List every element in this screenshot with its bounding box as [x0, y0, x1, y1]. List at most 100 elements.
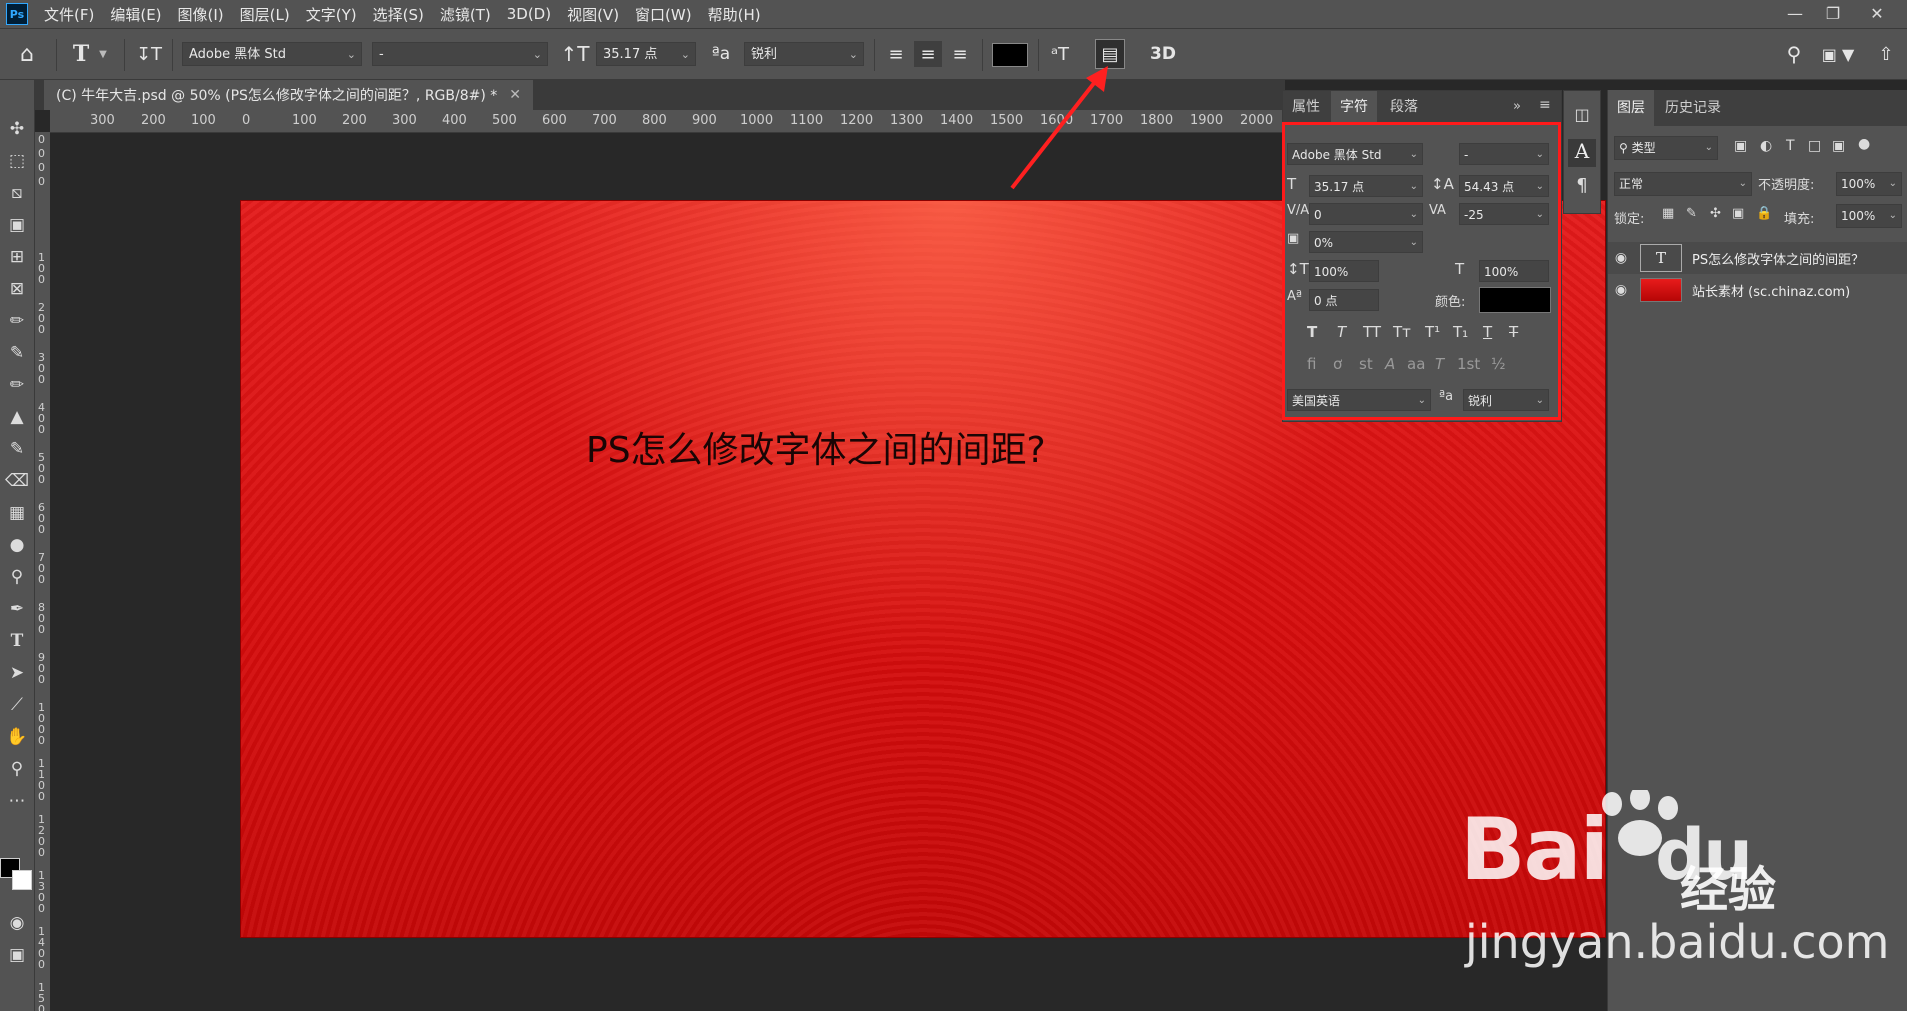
- visibility-eye-icon[interactable]: ◉: [1608, 250, 1634, 266]
- menu-image[interactable]: 图像(I): [170, 4, 232, 25]
- healing-brush-tool-icon[interactable]: ✎: [4, 340, 30, 366]
- restore-icon[interactable]: ❐: [1818, 2, 1848, 24]
- tab-paragraph[interactable]: 段落: [1381, 91, 1427, 123]
- fill-value: 100%: [1841, 209, 1876, 223]
- menu-view[interactable]: 视图(V): [559, 4, 627, 25]
- menu-file[interactable]: 文件(F): [36, 4, 102, 25]
- layer-name[interactable]: PS怎么修改字体之间的间距？: [1692, 249, 1864, 268]
- move-tool-icon[interactable]: ✣: [4, 116, 30, 142]
- lock-label: 锁定:: [1614, 212, 1645, 227]
- chevron-down-icon[interactable]: ▼: [96, 43, 110, 65]
- line-tool-icon[interactable]: ⟋: [4, 692, 30, 718]
- font-style-select[interactable]: - ⌄: [372, 42, 548, 66]
- layer-filter-select[interactable]: ⚲ 类型 ⌄: [1614, 136, 1718, 160]
- menu-select[interactable]: 选择(S): [365, 4, 432, 25]
- menu-type[interactable]: 文字(Y): [298, 4, 365, 25]
- layer-row[interactable]: ◉ 站长素材 (sc.chinaz.com): [1608, 274, 1907, 306]
- align-right-icon[interactable]: ≡: [946, 41, 974, 67]
- clone-stamp-tool-icon[interactable]: ▲: [4, 404, 30, 430]
- layer-name[interactable]: 站长素材 (sc.chinaz.com): [1692, 281, 1850, 300]
- filter-pixel-icon[interactable]: ▣: [1734, 138, 1747, 154]
- menu-filter[interactable]: 滤镜(T): [432, 4, 499, 25]
- menu-window[interactable]: 窗口(W): [627, 4, 700, 25]
- chevron-down-icon: ⌄: [680, 48, 690, 61]
- share-icon[interactable]: ⇧: [1872, 41, 1900, 67]
- ruler-tick: 2000: [1240, 113, 1274, 128]
- annotation-arrow: [1010, 66, 1108, 190]
- lock-transparent-icon[interactable]: ▦: [1662, 206, 1674, 221]
- align-center-icon[interactable]: ≡: [914, 41, 942, 67]
- frame-tool-icon[interactable]: ⊠: [4, 276, 30, 302]
- filter-type-icon[interactable]: T: [1786, 138, 1795, 154]
- chevron-down-icon: ⌄: [848, 48, 858, 61]
- lock-position-icon[interactable]: ✣: [1710, 206, 1721, 221]
- lock-artboard-icon[interactable]: ▣: [1732, 206, 1744, 221]
- character-icon[interactable]: A: [1568, 139, 1596, 167]
- filter-toggle-icon[interactable]: ●: [1858, 136, 1870, 152]
- type-tool-icon[interactable]: T: [4, 628, 30, 654]
- search-icon[interactable]: ⚲: [1780, 41, 1808, 67]
- layer-row[interactable]: ◉ T PS怎么修改字体之间的间距？: [1608, 242, 1907, 274]
- blur-tool-icon[interactable]: ●: [4, 532, 30, 558]
- tab-history[interactable]: 历史记录: [1656, 90, 1730, 126]
- history-brush-tool-icon[interactable]: ✎: [4, 436, 30, 462]
- object-select-tool-icon[interactable]: ▣: [4, 212, 30, 238]
- workspace-icon[interactable]: ▣ ▼: [1818, 41, 1858, 67]
- toggle-text-orientation-icon[interactable]: ↧T: [134, 41, 164, 67]
- tab-character[interactable]: 字符: [1331, 91, 1377, 123]
- horizontal-type-tool-icon[interactable]: T: [66, 41, 96, 67]
- ruler-tick: 6 0 0: [38, 501, 45, 536]
- font-family-select[interactable]: Adobe 黑体 Std ⌄: [182, 42, 362, 66]
- path-selection-tool-icon[interactable]: ➤: [4, 660, 30, 686]
- antialias-icon: ªa: [711, 44, 731, 64]
- align-left-icon[interactable]: ≡: [882, 41, 910, 67]
- hand-tool-icon[interactable]: ✋: [4, 724, 30, 750]
- font-size-select[interactable]: 35.17 点 ⌄: [596, 42, 696, 66]
- eraser-tool-icon[interactable]: ⌫: [4, 468, 30, 494]
- canvas-text-layer[interactable]: PS怎么修改字体之间的间距?: [586, 421, 1046, 473]
- ruler-tick: 200: [141, 113, 166, 128]
- dodge-tool-icon[interactable]: ⚲: [4, 564, 30, 590]
- antialias-select[interactable]: 锐利 ⌄: [744, 42, 864, 66]
- visibility-eye-icon[interactable]: ◉: [1608, 282, 1634, 298]
- lasso-tool-icon[interactable]: ⧅: [4, 180, 30, 206]
- panel-menu-icon[interactable]: ≡: [1539, 97, 1551, 113]
- lock-image-icon[interactable]: ✎: [1686, 206, 1697, 221]
- menu-3d[interactable]: 3D(D): [499, 5, 559, 23]
- eyedropper-tool-icon[interactable]: ✏: [4, 308, 30, 334]
- brush-tool-icon[interactable]: ✏: [4, 372, 30, 398]
- fill-input[interactable]: 100% ⌄: [1836, 204, 1902, 228]
- document-tab[interactable]: (C) 牛年大吉.psd @ 50% (PS怎么修改字体之间的间距？, RGB/…: [44, 80, 534, 110]
- ruler-tick: 0: [38, 133, 45, 146]
- more-tools-icon[interactable]: ⋯: [4, 788, 30, 814]
- opacity-input[interactable]: 100% ⌄: [1836, 172, 1902, 196]
- zoom-tool-icon[interactable]: ⚲: [4, 756, 30, 782]
- filter-smart-object-icon[interactable]: ▣: [1832, 138, 1845, 154]
- 3d-button[interactable]: 3D: [1146, 41, 1180, 67]
- pen-tool-icon[interactable]: ✒: [4, 596, 30, 622]
- tab-layers[interactable]: 图层: [1608, 90, 1654, 126]
- background-color-swatch[interactable]: [12, 870, 32, 890]
- gradient-tool-icon[interactable]: ▦: [4, 500, 30, 526]
- crop-tool-icon[interactable]: ⊞: [4, 244, 30, 270]
- minimize-icon[interactable]: —: [1780, 2, 1810, 24]
- menu-layer[interactable]: 图层(L): [232, 4, 298, 25]
- tab-properties[interactable]: 属性: [1283, 91, 1329, 123]
- close-icon[interactable]: ✕: [509, 87, 521, 103]
- lock-all-icon[interactable]: 🔒: [1756, 206, 1772, 221]
- ruler-tick: 1 5 0 0: [38, 981, 45, 1011]
- screen-mode-icon[interactable]: ▣: [4, 942, 30, 968]
- quick-mask-icon[interactable]: ◉: [4, 910, 30, 936]
- menu-edit[interactable]: 编辑(E): [102, 4, 169, 25]
- home-icon[interactable]: ⌂: [12, 41, 42, 67]
- 3d-icon[interactable]: ◫: [1570, 105, 1594, 129]
- filter-adjustment-icon[interactable]: ◐: [1760, 138, 1772, 154]
- ruler-tick: 5 0 0: [38, 451, 45, 486]
- filter-shape-icon[interactable]: □: [1808, 138, 1821, 154]
- blend-mode-select[interactable]: 正常 ⌄: [1614, 172, 1752, 196]
- close-icon[interactable]: ✕: [1862, 2, 1892, 24]
- paragraph-icon[interactable]: ¶: [1570, 175, 1594, 199]
- collapse-icon[interactable]: »: [1513, 99, 1521, 114]
- marquee-tool-icon[interactable]: ⬚: [4, 148, 30, 174]
- menu-help[interactable]: 帮助(H): [700, 4, 769, 25]
